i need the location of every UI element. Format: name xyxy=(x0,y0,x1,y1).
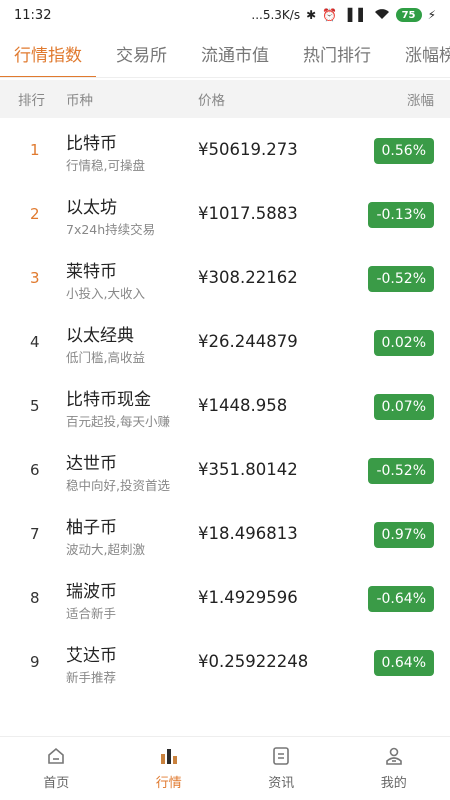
coin-price: ¥1017.5883 xyxy=(198,204,298,223)
table-row[interactable]: 1 比特币 行情稳,可操盘 ¥50619.273 0.56% xyxy=(0,118,450,182)
coin-price: ¥26.244879 xyxy=(198,332,298,351)
nav-home-label: 首页 xyxy=(43,776,70,791)
coin-slogan: 百元起投,每天小赚 xyxy=(66,414,170,429)
coin-name: 比特币现金 xyxy=(66,390,151,410)
coin-name: 莱特币 xyxy=(66,262,117,282)
table-row[interactable]: 9 艾达币 新手推荐 ¥0.25922248 0.64% xyxy=(0,630,450,694)
coin-price: ¥1.4929596 xyxy=(198,588,298,607)
header-price: 价格 xyxy=(198,93,225,109)
coin-slogan: 行情稳,可操盘 xyxy=(66,158,145,173)
bluetooth-icon: ✱ xyxy=(306,8,317,22)
header-change: 涨幅 xyxy=(407,93,434,109)
network-speed: ...5.3K/s xyxy=(251,8,301,22)
home-icon xyxy=(46,746,66,766)
table-header: 排行 币种 价格 涨幅 xyxy=(0,80,450,118)
status-time: 11:32 xyxy=(14,7,52,23)
row-rank: 4 xyxy=(30,333,40,351)
coin-slogan: 稳中向好,投资首选 xyxy=(66,478,170,493)
coin-slogan: 波动大,超刺激 xyxy=(66,542,145,557)
row-rank: 8 xyxy=(30,589,40,607)
table-row[interactable]: 3 莱特币 小投入,大收入 ¥308.22162 -0.52% xyxy=(0,246,450,310)
tab-exchanges[interactable]: 交易所 xyxy=(116,30,167,77)
coin-price: ¥351.80142 xyxy=(198,460,298,479)
change-badge: 0.64% xyxy=(373,650,434,676)
coin-price: ¥50619.273 xyxy=(198,140,298,159)
top-tab-bar: 行情指数 交易所 流通市值 热门排行 涨幅榜 xyxy=(0,30,450,78)
row-rank: 2 xyxy=(30,205,40,223)
coin-slogan: 适合新手 xyxy=(66,606,117,621)
row-rank: 5 xyxy=(30,397,40,415)
change-badge: 0.02% xyxy=(373,330,434,356)
nav-market[interactable]: 行情 xyxy=(113,737,226,800)
change-badge: 0.97% xyxy=(373,522,434,548)
chart-icon xyxy=(159,746,179,766)
change-badge: -0.52% xyxy=(368,266,434,292)
tab-hot-ranking[interactable]: 热门排行 xyxy=(303,30,371,77)
nav-news-label: 资讯 xyxy=(268,776,295,791)
coin-name: 瑞波币 xyxy=(66,582,117,602)
coin-price: ¥308.22162 xyxy=(198,268,298,287)
table-row[interactable]: 4 以太经典 低门槛,高收益 ¥26.244879 0.02% xyxy=(0,310,450,374)
change-badge: -0.64% xyxy=(368,586,434,612)
change-badge: 0.56% xyxy=(373,138,434,164)
tab-market-index[interactable]: 行情指数 xyxy=(0,30,96,77)
table-row[interactable]: 6 达世币 稳中向好,投资首选 ¥351.80142 -0.52% xyxy=(0,438,450,502)
row-rank: 7 xyxy=(30,525,40,543)
coin-name: 以太坊 xyxy=(66,198,117,218)
row-rank: 6 xyxy=(30,461,40,479)
coin-list: 1 比特币 行情稳,可操盘 ¥50619.273 0.56% 2 以太坊 7x2… xyxy=(0,118,450,694)
coin-name: 比特币 xyxy=(66,134,117,154)
nav-profile-label: 我的 xyxy=(380,776,407,791)
profile-icon xyxy=(384,746,404,766)
coin-name: 以太经典 xyxy=(66,326,134,346)
coin-price: ¥0.25922248 xyxy=(198,652,309,671)
battery-icon: 75 xyxy=(395,8,422,22)
status-icons: ...5.3K/s ✱ ⏰ ▐ ▌ 75 ⚡ xyxy=(251,8,436,22)
coin-slogan: 小投入,大收入 xyxy=(66,286,145,301)
coin-name: 柚子币 xyxy=(66,518,117,538)
nav-market-label: 行情 xyxy=(155,776,182,791)
change-badge: -0.13% xyxy=(368,202,434,228)
table-row[interactable]: 2 以太坊 7x24h持续交易 ¥1017.5883 -0.13% xyxy=(0,182,450,246)
change-badge: 0.07% xyxy=(373,394,434,420)
signal-icon: ▌ xyxy=(358,8,368,22)
coin-slogan: 低门槛,高收益 xyxy=(66,350,145,365)
coin-slogan: 7x24h持续交易 xyxy=(66,222,156,237)
tab-market-cap[interactable]: 流通市值 xyxy=(201,30,269,77)
row-rank: 1 xyxy=(30,141,40,159)
news-icon xyxy=(271,746,291,766)
row-rank: 9 xyxy=(30,653,40,671)
nav-home[interactable]: 首页 xyxy=(0,737,113,800)
table-row[interactable]: 5 比特币现金 百元起投,每天小赚 ¥1448.958 0.07% xyxy=(0,374,450,438)
table-row[interactable]: 8 瑞波币 适合新手 ¥1.4929596 -0.64% xyxy=(0,566,450,630)
charging-icon: ⚡ xyxy=(427,8,436,22)
table-row[interactable]: 7 柚子币 波动大,超刺激 ¥18.496813 0.97% xyxy=(0,502,450,566)
status-bar: 11:32 ...5.3K/s ✱ ⏰ ▐ ▌ 75 ⚡ xyxy=(0,0,450,30)
nav-profile[interactable]: 我的 xyxy=(338,737,450,800)
alarm-icon: ⏰ xyxy=(322,8,338,22)
coin-price: ¥18.496813 xyxy=(198,524,298,543)
coin-slogan: 新手推荐 xyxy=(66,670,117,685)
nav-news[interactable]: 资讯 xyxy=(225,737,338,800)
tab-gainers[interactable]: 涨幅榜 xyxy=(405,30,450,77)
coin-name: 达世币 xyxy=(66,454,117,474)
hd-signal-icon: ▐ xyxy=(343,8,353,22)
wifi-icon xyxy=(374,8,390,22)
header-coin: 币种 xyxy=(66,93,93,109)
change-badge: -0.52% xyxy=(368,458,434,484)
header-rank: 排行 xyxy=(18,93,45,109)
coin-name: 艾达币 xyxy=(66,646,117,666)
coin-price: ¥1448.958 xyxy=(198,396,288,415)
bottom-nav: 首页 行情 资讯 我的 xyxy=(0,736,450,800)
row-rank: 3 xyxy=(30,269,40,287)
